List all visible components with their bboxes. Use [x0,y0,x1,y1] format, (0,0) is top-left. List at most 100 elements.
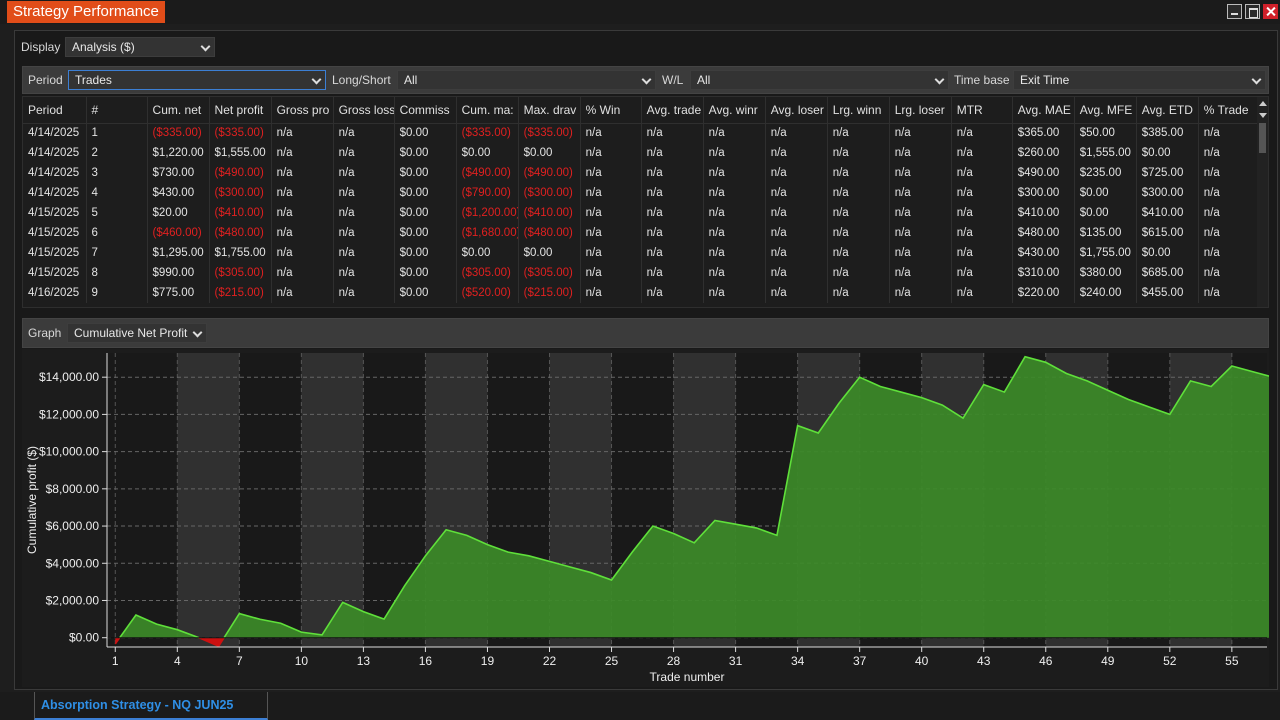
table-row[interactable]: 4/14/2025 1 ($335.00) ($335.00) n/a n/a $0.00(… [23,123,1260,143]
table-cell: n/a [703,223,766,243]
table-cell: $1,555.00 [1074,143,1137,163]
graph-label: Graph [28,326,62,340]
table-row[interactable]: 4/15/2025 7 $1,295.00 $1,755.00 n/a n/a $0.00 $… [23,243,1260,263]
x-tick-label: 1 [112,654,119,668]
table-cell: $730.00 [147,163,210,183]
table-cell: $0.00 [394,163,457,183]
table-row[interactable]: 4/15/2025 5 $20.00 ($410.00) n/a n/a $0.00 ($1,… [23,203,1260,223]
strategy-tab[interactable]: Absorption Strategy - NQ JUN25 [34,692,268,720]
table-cell: $220.00 [1012,283,1075,303]
table-row[interactable]: 4/14/2025 3 $730.00 ($490.00) n/a n/a $0.00 ($4… [23,163,1260,183]
table-cell: $300.00 [1136,183,1199,203]
table-cell: ($300.00) [209,183,272,203]
column-header[interactable]: Lrg. loser [889,97,952,124]
column-header[interactable]: Avg. winr [703,97,766,124]
chevron-down-icon [192,327,203,338]
table-cell: $775.00 [147,283,210,303]
column-header[interactable]: % Trade [1198,97,1260,124]
timebase-dropdown[interactable]: Exit Time [1013,70,1266,90]
graph-dropdown[interactable]: Cumulative Net Profit [67,323,207,343]
table-cell: n/a [271,243,334,263]
table-cell: n/a [641,223,704,243]
table-cell: n/a [951,243,1013,263]
table-cell: ($1,680.00) [456,223,519,243]
table-cell: 4/16/2025 [23,283,87,303]
table-cell: n/a [641,183,704,203]
table-cell: 4/14/2025 [23,143,87,163]
table-cell: n/a [703,283,766,303]
column-header[interactable]: Cum. net [147,97,210,124]
table-cell: 4/15/2025 [23,203,87,223]
table-cell: ($215.00) [209,283,272,303]
display-dropdown[interactable]: Analysis ($) [65,37,215,57]
table-cell: ($215.00) [518,283,581,303]
scroll-up-icon[interactable] [1259,101,1267,106]
table-cell: 4/14/2025 [23,123,87,143]
scroll-down-icon[interactable] [1259,113,1267,118]
column-header[interactable]: Avg. ETD [1136,97,1199,124]
column-header[interactable]: Avg. MAE [1012,97,1075,124]
table-cell: ($410.00) [209,203,272,223]
table-cell: $0.00 [394,263,457,283]
table-cell: n/a [333,223,395,243]
minimize-icon[interactable] [1227,4,1242,19]
table-cell: n/a [951,123,1013,143]
table-cell: $0.00 [1136,143,1199,163]
table-cell: $0.00 [1074,203,1137,223]
column-header[interactable]: Max. drav [518,97,581,124]
table-cell: n/a [827,163,890,183]
x-tick-label: 16 [419,654,433,668]
taskbar: Absorption Strategy - NQ JUN25 [0,692,1280,720]
table-row[interactable]: 4/14/2025 2 $1,220.00 $1,555.00 n/a n/a $0.00 $… [23,143,1260,163]
scroll-thumb[interactable] [1259,123,1266,153]
column-header[interactable]: MTR [951,97,1013,124]
table-cell: n/a [703,183,766,203]
table-row[interactable]: 4/15/2025 6 ($460.00) ($480.00) n/a n/a $0.00(… [23,223,1260,243]
table-cell: n/a [765,163,828,183]
table-cell: ($490.00) [456,163,519,183]
column-header[interactable]: Commiss [394,97,457,124]
table-row[interactable]: 4/14/2025 4 $430.00 ($300.00) n/a n/a $0.00 ($7… [23,183,1260,203]
table-cell: 6 [86,223,148,243]
table-cell: $990.00 [147,263,210,283]
column-header[interactable]: % Win [580,97,642,124]
column-header[interactable]: Gross loss [333,97,395,124]
table-row[interactable]: 4/16/2025 9 $775.00 ($215.00) n/a n/a $0.00 ($5… [23,283,1260,303]
wl-label: W/L [662,73,684,87]
table-cell: n/a [580,143,642,163]
table-cell: ($460.00) [147,223,210,243]
chevron-down-icon [1251,74,1262,85]
column-header[interactable]: Period [23,97,87,124]
longshort-dropdown[interactable]: All [397,70,656,90]
x-tick-label: 37 [853,654,867,668]
x-tick-label: 43 [977,654,991,668]
wl-dropdown[interactable]: All [690,70,949,90]
table-cell: n/a [580,123,642,143]
column-header[interactable]: # [86,97,148,124]
table-cell: $1,755.00 [1074,243,1137,263]
column-header[interactable]: Avg. MFE [1074,97,1137,124]
table-cell: 2 [86,143,148,163]
table-cell: n/a [827,143,890,163]
column-header[interactable]: Avg. loser [765,97,828,124]
column-header[interactable]: Gross pro [271,97,334,124]
table-cell: $0.00 [394,183,457,203]
table-cell: $0.00 [394,203,457,223]
table-cell: $300.00 [1012,183,1075,203]
maximize-icon[interactable] [1245,4,1260,19]
column-header[interactable]: Lrg. winn [827,97,890,124]
table-cell: ($410.00) [518,203,581,223]
table-cell: n/a [333,163,395,183]
column-header[interactable]: Avg. trade [641,97,704,124]
period-dropdown[interactable]: Trades [68,70,326,90]
vertical-scrollbar[interactable] [1257,97,1268,307]
table-cell: $410.00 [1136,203,1199,223]
table-cell: n/a [703,263,766,283]
close-icon[interactable] [1263,4,1278,19]
table-row[interactable]: 4/15/2025 8 $990.00 ($305.00) n/a n/a $0.00 ($3… [23,263,1260,283]
period-value: Trades [75,73,112,87]
column-header[interactable]: Cum. ma: [456,97,519,124]
table-cell: $380.00 [1074,263,1137,283]
column-header[interactable]: Net profit [209,97,272,124]
table-cell: n/a [889,223,952,243]
